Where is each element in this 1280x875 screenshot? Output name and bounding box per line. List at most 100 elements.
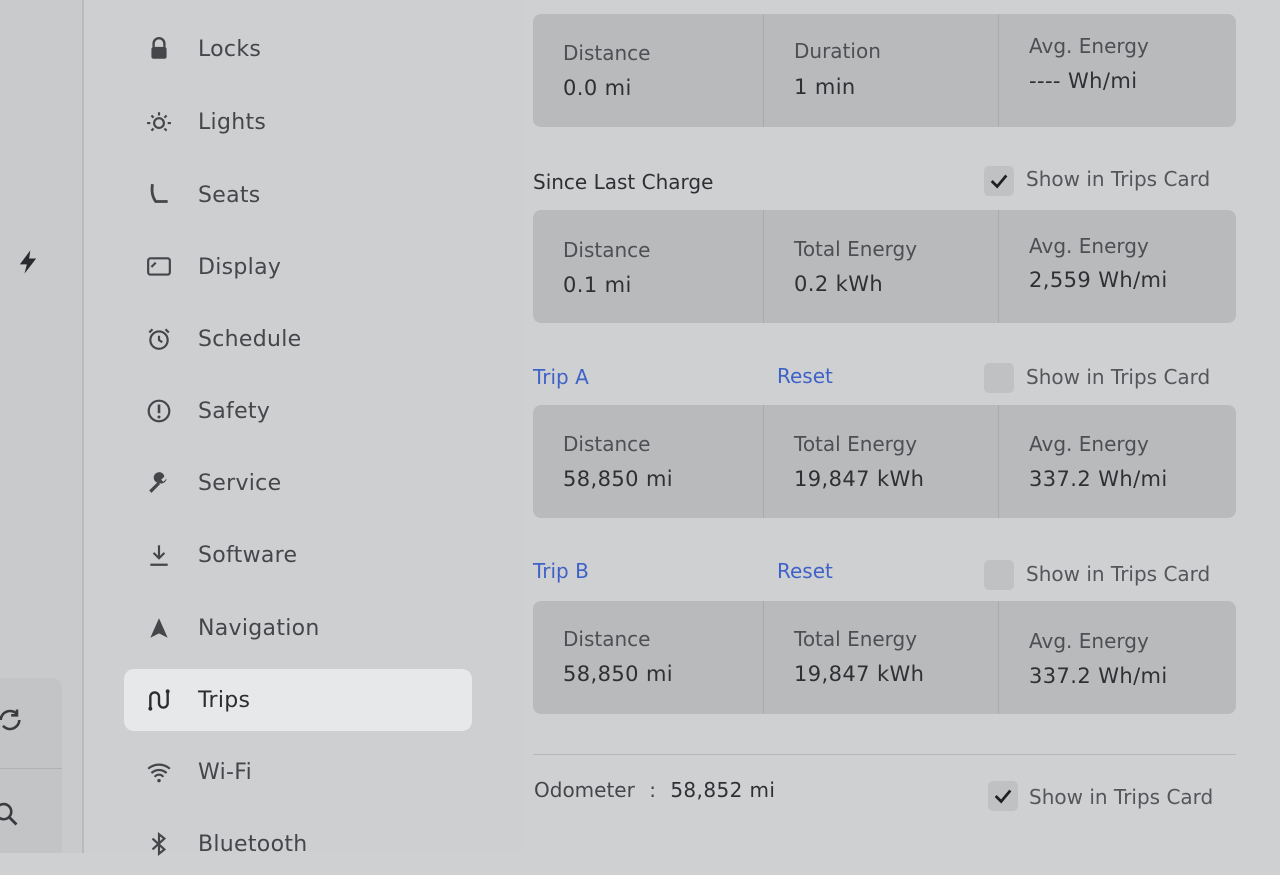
sidebar-item-label: Schedule: [198, 326, 302, 352]
since-last-charge-card: Distance 0.1 mi Total Energy 0.2 kWh Avg…: [533, 210, 1236, 323]
lightning-icon[interactable]: [14, 248, 42, 276]
trip-b-show-label: Show in Trips Card: [1026, 562, 1211, 586]
since-last-charge-show-label: Show in Trips Card: [1026, 167, 1211, 191]
trip-b-card: Distance 58,850 mi Total Energy 19,847 k…: [533, 601, 1236, 714]
sidebar-item-label: Service: [198, 470, 282, 496]
bluetooth-icon: [144, 829, 174, 859]
trip-b-reset-button[interactable]: Reset: [777, 559, 833, 583]
stat-label: Distance: [563, 627, 651, 651]
seat-icon: [144, 180, 174, 210]
search-icon[interactable]: [0, 800, 20, 828]
stat-value: 58,850 mi: [563, 662, 674, 686]
stat-value: 19,847 kWh: [794, 662, 925, 686]
odometer-value: 58,852 mi: [670, 778, 776, 802]
sidebar-item-display[interactable]: Display: [124, 236, 472, 298]
stat-label: Duration: [794, 39, 881, 63]
sidebar-item-label: Trips: [198, 687, 251, 713]
trips-icon: [144, 685, 174, 715]
stat-cell: Total Energy 19,847 kWh: [763, 601, 998, 714]
sidebar-item-label: Navigation: [198, 615, 320, 641]
stat-label: Total Energy: [794, 237, 918, 261]
lock-icon: [144, 34, 174, 64]
checkmark-icon: [994, 789, 1012, 804]
sidebar-item-label: Wi-Fi: [198, 759, 252, 785]
stat-cell: Avg. Energy 337.2 Wh/mi: [998, 601, 1236, 714]
sidebar-item-software[interactable]: Software: [124, 524, 472, 586]
stat-label: Avg. Energy: [1029, 629, 1149, 653]
stat-label: Avg. Energy: [1029, 432, 1149, 456]
rail-divider: [0, 768, 62, 769]
trip-b-title[interactable]: Trip B: [533, 559, 589, 583]
stat-value: 0.2 kWh: [794, 272, 884, 296]
download-icon: [144, 540, 174, 570]
wifi-icon: [144, 757, 174, 787]
odometer-readout: Odometer : 58,852 mi: [534, 778, 775, 802]
stat-cell: Total Energy 0.2 kWh: [763, 210, 998, 323]
since-last-charge-title: Since Last Charge: [533, 170, 714, 194]
stat-label: Distance: [563, 41, 651, 65]
sidebar-item-label: Seats: [198, 182, 261, 208]
refresh-icon[interactable]: [0, 706, 24, 734]
sun-icon: [144, 107, 174, 137]
display-icon: [144, 252, 174, 282]
stat-value: 0.0 mi: [563, 76, 632, 100]
wrench-icon: [144, 468, 174, 498]
sidebar-item-locks[interactable]: Locks: [124, 18, 472, 80]
stat-cell: Distance 58,850 mi: [533, 601, 763, 714]
sidebar-item-lights[interactable]: Lights: [124, 91, 472, 153]
stat-cell: Distance 58,850 mi: [533, 405, 763, 518]
stat-label: Total Energy: [794, 627, 918, 651]
stat-value: 337.2 Wh/mi: [1029, 664, 1168, 688]
stat-cell: Distance 0.1 mi: [533, 210, 763, 323]
sidebar-item-label: Safety: [198, 398, 271, 424]
odometer-show-label: Show in Trips Card: [1029, 785, 1214, 809]
left-rail: [0, 0, 84, 853]
checkmark-icon: [990, 174, 1008, 189]
stat-cell: Avg. Energy ---- Wh/mi: [998, 14, 1236, 127]
stat-cell: Total Energy 19,847 kWh: [763, 405, 998, 518]
stat-value: ---- Wh/mi: [1029, 69, 1138, 93]
sidebar-item-label: Software: [198, 542, 298, 568]
sidebar-item-seats[interactable]: Seats: [124, 164, 472, 226]
trip-a-title[interactable]: Trip A: [533, 365, 589, 389]
sidebar-item-service[interactable]: Service: [124, 452, 472, 514]
stat-label: Avg. Energy: [1029, 34, 1149, 58]
alarm-clock-icon: [144, 324, 174, 354]
stat-cell: Avg. Energy 337.2 Wh/mi: [998, 405, 1236, 518]
sidebar-item-navigation[interactable]: Navigation: [124, 597, 472, 659]
stat-value: 19,847 kWh: [794, 467, 925, 491]
settings-sidebar: Locks Lights Seats Display Schedule Safe…: [84, 0, 524, 857]
since-last-charge-show-checkbox[interactable]: [984, 166, 1014, 196]
stat-value: 2,559 Wh/mi: [1029, 268, 1168, 292]
rail-panel: [0, 678, 62, 853]
navigation-arrow-icon: [144, 613, 174, 643]
trip-a-show-checkbox[interactable]: [984, 363, 1014, 393]
stat-cell: Distance 0.0 mi: [533, 14, 763, 127]
trip-b-show-checkbox[interactable]: [984, 560, 1014, 590]
sidebar-item-schedule[interactable]: Schedule: [124, 308, 472, 370]
stat-value: 1 min: [794, 75, 856, 99]
stat-cell: Duration 1 min: [763, 14, 998, 127]
stat-label: Total Energy: [794, 432, 918, 456]
stat-label: Avg. Energy: [1029, 234, 1149, 258]
sidebar-item-safety[interactable]: Safety: [124, 380, 472, 442]
section-divider: [533, 754, 1236, 755]
stat-value: 58,850 mi: [563, 467, 674, 491]
sidebar-item-label: Display: [198, 254, 282, 280]
odometer-show-checkbox[interactable]: [988, 781, 1018, 811]
stat-label: Distance: [563, 432, 651, 456]
odometer-label: Odometer: [534, 778, 635, 802]
odometer-separator: :: [649, 778, 656, 802]
stat-value: 337.2 Wh/mi: [1029, 467, 1168, 491]
sidebar-item-label: Lights: [198, 109, 267, 135]
sidebar-item-bluetooth[interactable]: Bluetooth: [124, 813, 472, 875]
stat-label: Distance: [563, 238, 651, 262]
trip-a-card: Distance 58,850 mi Total Energy 19,847 k…: [533, 405, 1236, 518]
sidebar-item-wifi[interactable]: Wi-Fi: [124, 741, 472, 803]
current-drive-card: Distance 0.0 mi Duration 1 min Avg. Ener…: [533, 14, 1236, 127]
trip-a-show-label: Show in Trips Card: [1026, 365, 1211, 389]
stat-value: 0.1 mi: [563, 273, 632, 297]
sidebar-item-trips[interactable]: Trips: [124, 669, 472, 731]
trip-a-reset-button[interactable]: Reset: [777, 364, 833, 388]
alert-circle-icon: [144, 396, 174, 426]
